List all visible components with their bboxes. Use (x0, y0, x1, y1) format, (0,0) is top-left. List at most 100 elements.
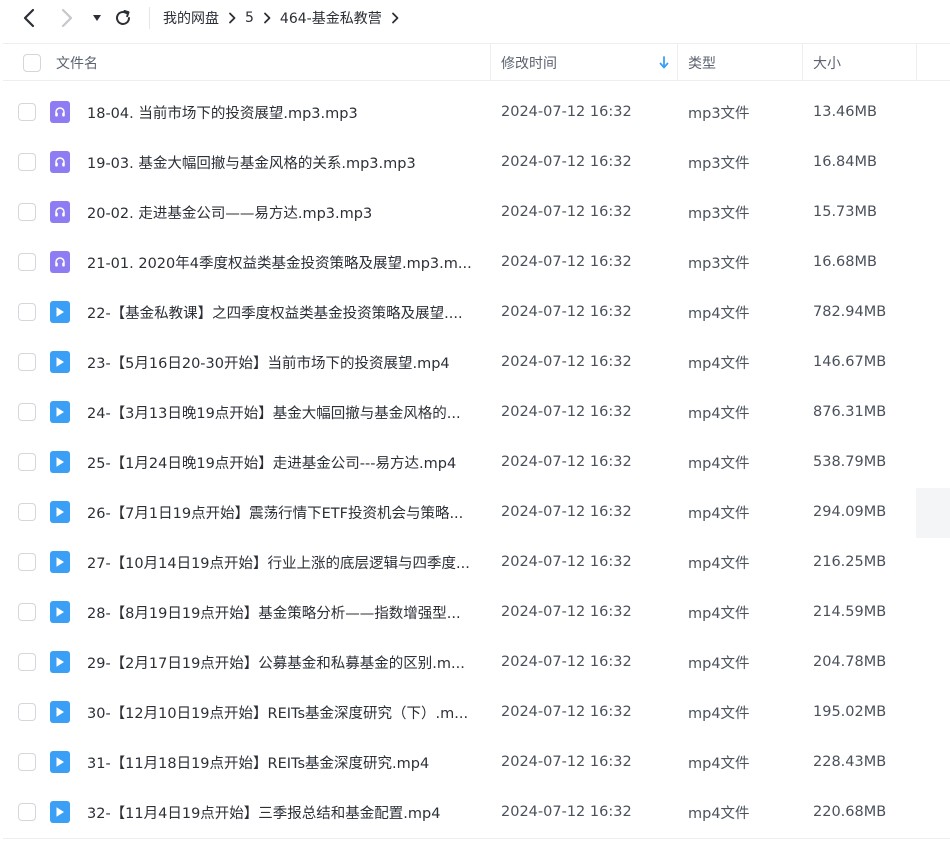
file-size: 228.43MB (813, 754, 887, 770)
file-type: mp4文件 (688, 505, 750, 522)
breadcrumb-item-folder[interactable]: 5 (245, 10, 254, 26)
column-divider[interactable] (916, 44, 917, 81)
video-file-icon (50, 701, 70, 723)
table-row[interactable]: 19-03. 基金大幅回撤与基金风格的关系.mp3.mp3 2024-07-12 … (3, 137, 950, 187)
file-type: mp4文件 (688, 655, 750, 672)
video-file-icon (50, 451, 70, 473)
row-checkbox[interactable] (18, 387, 36, 437)
table-row[interactable]: 32-【11月4日19点开始】三季报总结和基金配置.mp4 2024-07-12 … (3, 787, 950, 837)
forward-button[interactable] (55, 6, 79, 30)
chevron-right-icon (61, 8, 73, 28)
file-size: 220.68MB (813, 804, 887, 820)
file-modified: 2024-07-12 16:32 (501, 754, 632, 770)
file-modified: 2024-07-12 16:32 (501, 204, 632, 220)
row-checkbox[interactable] (18, 237, 36, 287)
file-modified: 2024-07-12 16:32 (501, 304, 632, 320)
file-modified: 2024-07-12 16:32 (501, 354, 632, 370)
table-header: 文件名 修改时间 类型 大小 (3, 43, 950, 81)
chevron-left-icon (23, 8, 35, 28)
file-name[interactable]: 22-【基金私教课】之四季度权益类基金投资策略及展望.... (87, 287, 463, 337)
column-divider[interactable] (490, 44, 491, 81)
video-file-icon (50, 351, 70, 373)
file-name[interactable]: 20-02. 走进基金公司——易方达.mp3.mp3 (87, 187, 372, 237)
file-name[interactable]: 27-【10月14日19点开始】行业上涨的底层逻辑与四季度... (87, 537, 470, 587)
table-row[interactable]: 22-【基金私教课】之四季度权益类基金投资策略及展望.... 2024-07-12… (3, 287, 950, 337)
column-divider[interactable] (677, 44, 678, 81)
row-checkbox[interactable] (18, 637, 36, 687)
file-name[interactable]: 26-【7月1日19点开始】震荡行情下ETF投资机会与策略... (87, 487, 463, 537)
row-checkbox[interactable] (18, 687, 36, 737)
table-row[interactable]: 20-02. 走进基金公司——易方达.mp3.mp3 2024-07-12 16:… (3, 187, 950, 237)
row-checkbox[interactable] (18, 437, 36, 487)
table-row[interactable]: 28-【8月19日19点开始】基金策略分析——指数增强型... 2024-07-1… (3, 587, 950, 637)
table-row[interactable]: 18-04. 当前市场下的投资展望.mp3.mp3 2024-07-12 16:3… (3, 87, 950, 137)
file-modified: 2024-07-12 16:32 (501, 454, 632, 470)
scrollbar-thumb[interactable] (916, 488, 950, 538)
breadcrumb-item-current[interactable]: 464-基金私教营 (280, 8, 382, 28)
row-checkbox[interactable] (18, 137, 36, 187)
video-file-icon (50, 751, 70, 773)
row-checkbox[interactable] (18, 537, 36, 587)
file-name[interactable]: 32-【11月4日19点开始】三季报总结和基金配置.mp4 (87, 787, 440, 837)
table-row[interactable]: 30-【12月10日19点开始】REITs基金深度研究（下）.m... 2024-… (3, 687, 950, 737)
file-type: mp4文件 (688, 405, 750, 422)
file-name[interactable]: 29-【2月17日19点开始】公募基金和私募基金的区别.m... (87, 637, 465, 687)
chevron-right-icon (263, 12, 271, 24)
file-name[interactable]: 23-【5月16日20-30开始】当前市场下的投资展望.mp4 (87, 337, 450, 387)
video-file-icon (50, 501, 70, 523)
file-name[interactable]: 31-【11月18日19点开始】REITs基金深度研究.mp4 (87, 737, 429, 787)
file-name[interactable]: 18-04. 当前市场下的投资展望.mp3.mp3 (87, 87, 358, 137)
table-row[interactable]: 25-【1月24日晚19点开始】走进基金公司---易方达.mp4 2024-07-… (3, 437, 950, 487)
table-row[interactable]: 26-【7月1日19点开始】震荡行情下ETF投资机会与策略... 2024-07-… (3, 487, 950, 537)
chevron-right-icon[interactable] (391, 12, 399, 24)
file-type: mp4文件 (688, 755, 750, 772)
row-checkbox[interactable] (18, 187, 36, 237)
file-type: mp3文件 (688, 155, 750, 172)
column-divider[interactable] (802, 44, 803, 81)
history-dropdown-button[interactable] (85, 6, 109, 30)
row-checkbox[interactable] (18, 737, 36, 787)
table-row[interactable]: 27-【10月14日19点开始】行业上涨的底层逻辑与四季度... 2024-07-… (3, 537, 950, 587)
table-row[interactable]: 23-【5月16日20-30开始】当前市场下的投资展望.mp4 2024-07-1… (3, 337, 950, 387)
file-name[interactable]: 19-03. 基金大幅回撤与基金风格的关系.mp3.mp3 (87, 137, 416, 187)
column-header-name[interactable]: 文件名 (56, 44, 98, 81)
video-file-icon (50, 601, 70, 623)
table-row[interactable]: 21-01. 2020年4季度权益类基金投资策略及展望.mp3.m... 2024… (3, 237, 950, 287)
table-row[interactable]: 29-【2月17日19点开始】公募基金和私募基金的区别.m... 2024-07-… (3, 637, 950, 687)
table-row[interactable]: 24-【3月13日晚19点开始】基金大幅回撤与基金风格的... 2024-07-1… (3, 387, 950, 437)
file-modified: 2024-07-12 16:32 (501, 554, 632, 570)
file-name[interactable]: 24-【3月13日晚19点开始】基金大幅回撤与基金风格的... (87, 387, 461, 437)
file-name[interactable]: 25-【1月24日晚19点开始】走进基金公司---易方达.mp4 (87, 437, 456, 487)
table-row[interactable]: 31-【11月18日19点开始】REITs基金深度研究.mp4 2024-07-1… (3, 737, 950, 787)
file-size: 15.73MB (813, 204, 877, 220)
file-name[interactable]: 30-【12月10日19点开始】REITs基金深度研究（下）.m... (87, 687, 468, 737)
row-checkbox[interactable] (18, 337, 36, 387)
refresh-button[interactable] (111, 6, 135, 30)
column-header-size[interactable]: 大小 (813, 44, 841, 81)
row-checkbox[interactable] (18, 287, 36, 337)
video-file-icon (50, 801, 70, 823)
breadcrumb-item-root[interactable]: 我的网盘 (163, 8, 219, 28)
file-size: 146.67MB (813, 354, 887, 370)
column-header-modified[interactable]: 修改时间 (501, 44, 557, 81)
video-file-icon (50, 401, 70, 423)
video-file-icon (50, 551, 70, 573)
file-modified: 2024-07-12 16:32 (501, 104, 632, 120)
file-modified: 2024-07-12 16:32 (501, 804, 632, 820)
select-all-checkbox[interactable] (23, 44, 41, 81)
column-header-type[interactable]: 类型 (688, 44, 716, 81)
caret-down-icon (93, 15, 101, 21)
file-size: 214.59MB (813, 604, 887, 620)
divider (3, 838, 950, 839)
file-name[interactable]: 28-【8月19日19点开始】基金策略分析——指数增强型... (87, 587, 461, 637)
file-type: mp4文件 (688, 805, 750, 822)
file-name[interactable]: 21-01. 2020年4季度权益类基金投资策略及展望.mp3.m... (87, 237, 472, 287)
row-checkbox[interactable] (18, 787, 36, 837)
nav-divider (149, 7, 150, 29)
row-checkbox[interactable] (18, 487, 36, 537)
row-checkbox[interactable] (18, 87, 36, 137)
arrow-down-icon[interactable] (659, 44, 669, 81)
file-type: mp4文件 (688, 305, 750, 322)
back-button[interactable] (17, 6, 41, 30)
row-checkbox[interactable] (18, 587, 36, 637)
